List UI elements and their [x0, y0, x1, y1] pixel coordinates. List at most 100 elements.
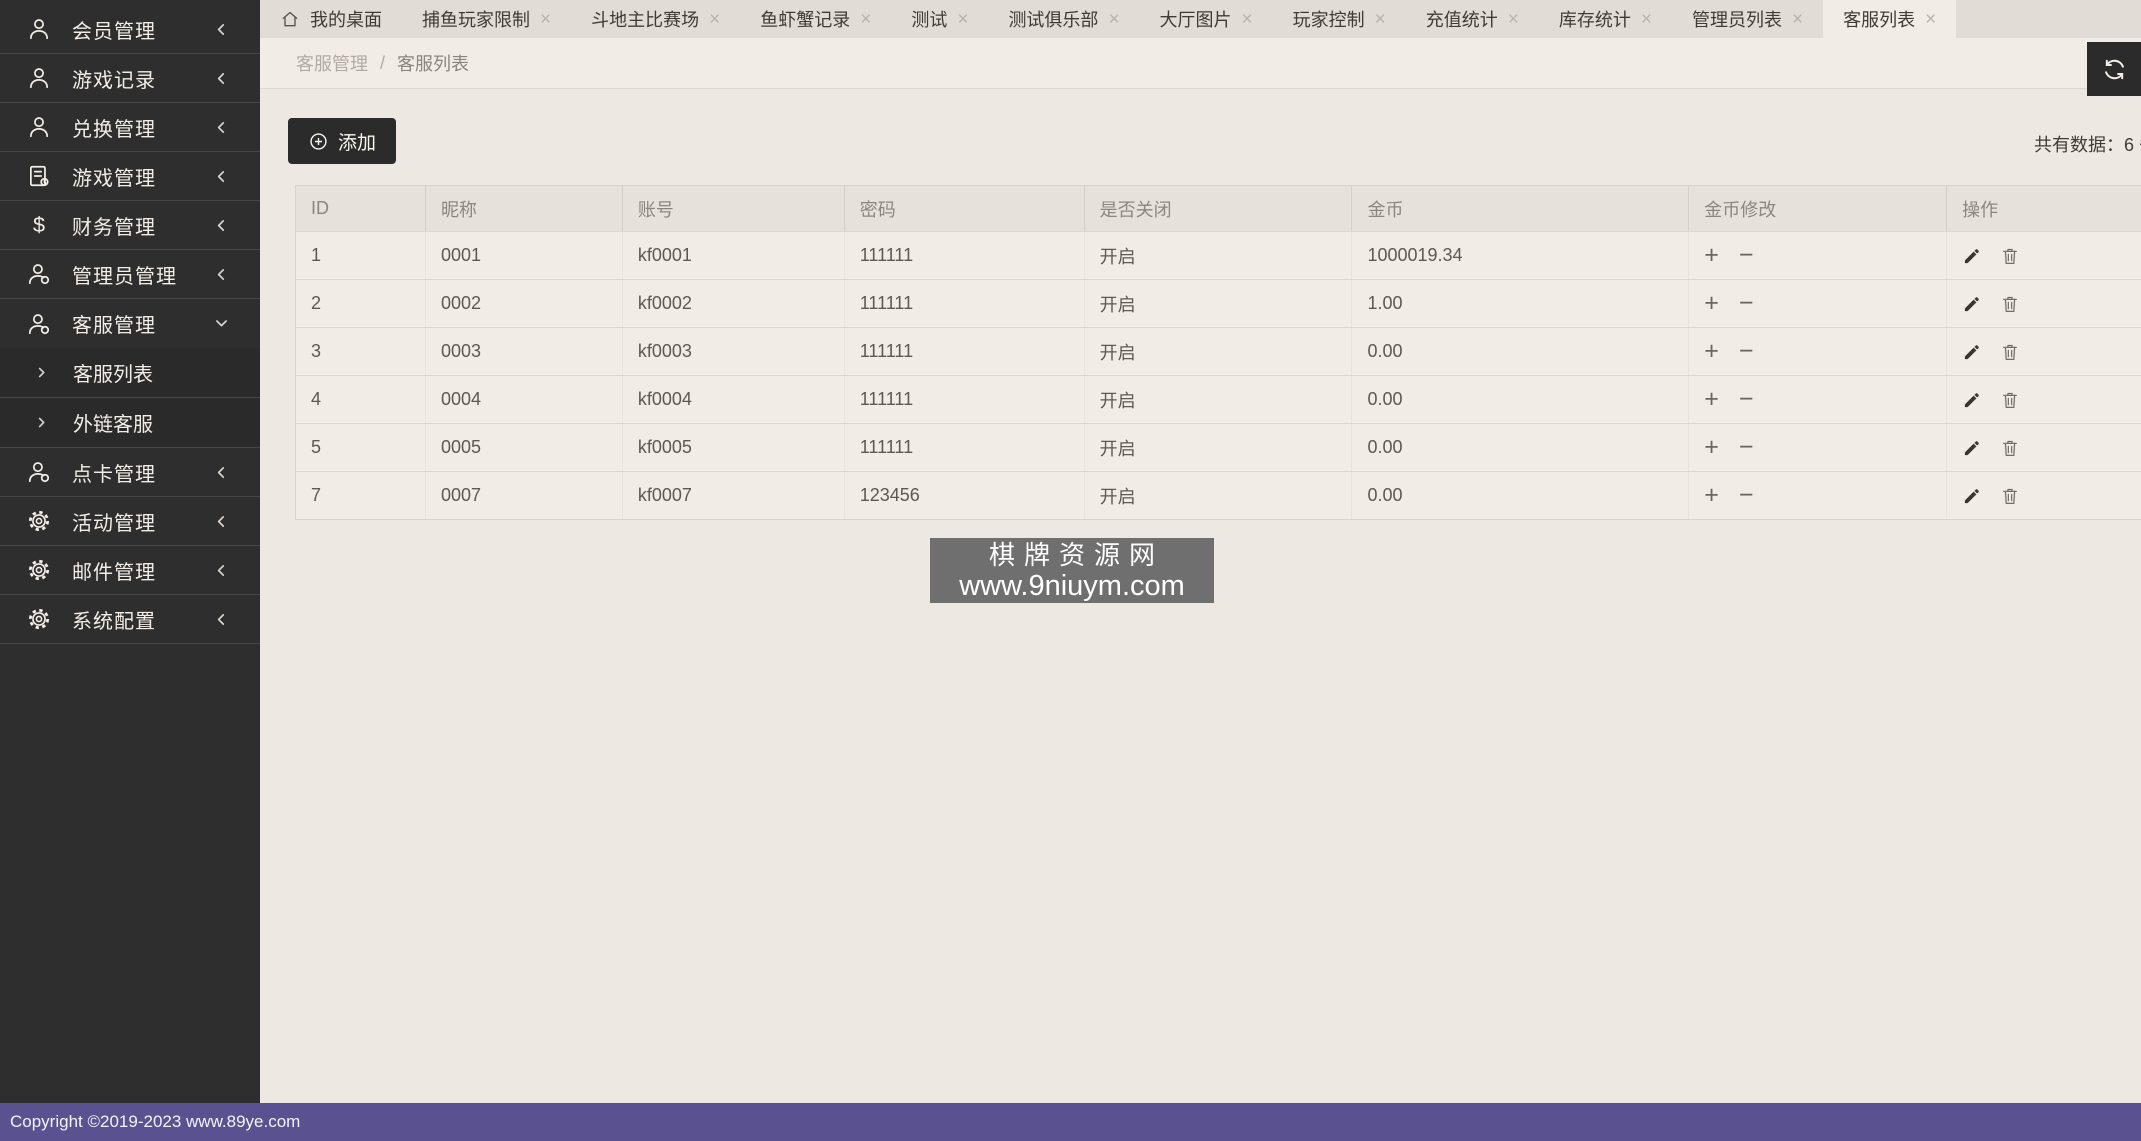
sidebar-item[interactable]: 活动管理: [0, 497, 260, 546]
table-row: 3 0003 kf0003 111111 开启 0.00 + −: [296, 327, 2141, 375]
cell-nickname: 0004: [426, 376, 623, 423]
edit-icon[interactable]: [1962, 342, 1982, 362]
tab-label: 大厅图片: [1159, 10, 1232, 30]
breadcrumb-separator: /: [380, 52, 386, 73]
sidebar-item[interactable]: $ 财务管理: [0, 201, 260, 250]
trash-icon[interactable]: [2000, 246, 2020, 266]
close-icon[interactable]: ×: [1925, 10, 1936, 29]
tab[interactable]: 测试 ×: [891, 0, 988, 38]
close-icon[interactable]: ×: [1108, 10, 1119, 29]
close-icon[interactable]: ×: [860, 10, 871, 29]
add-button[interactable]: 添加: [288, 118, 396, 164]
coin-plus-button[interactable]: +: [1704, 243, 1719, 268]
chevron-left-icon: [213, 70, 230, 87]
sidebar-subitem[interactable]: 外链客服: [0, 398, 260, 448]
tab-label: 我的桌面: [310, 10, 382, 30]
sidebar-item[interactable]: 会员管理: [0, 5, 260, 54]
tab[interactable]: 管理员列表 ×: [1672, 0, 1823, 38]
copyright-text: Copyright ©2019-2023 www.89ye.com: [10, 1112, 301, 1131]
sidebar-subitem[interactable]: 客服列表: [0, 348, 260, 398]
trash-icon[interactable]: [2000, 390, 2020, 410]
close-icon[interactable]: ×: [540, 10, 551, 29]
close-icon[interactable]: ×: [1508, 10, 1519, 29]
coin-plus-button[interactable]: +: [1704, 483, 1719, 508]
sidebar: 会员管理 游戏记录 兑换管理 游戏管理 $ 财务管理 管理员管理 客服管理 客服…: [0, 0, 260, 1103]
cell-coin-edit: + −: [1689, 280, 1948, 327]
cell-gold: 1.00: [1352, 280, 1690, 327]
chevron-left-icon: [213, 513, 230, 530]
sidebar-item[interactable]: 游戏记录: [0, 54, 260, 103]
cell-password: 111111: [845, 280, 1085, 327]
sidebar-item[interactable]: 兑换管理: [0, 103, 260, 152]
sidebar-item[interactable]: 系统配置: [0, 595, 260, 644]
sidebar-item-label: 邮件管理: [72, 561, 156, 584]
coin-minus-button[interactable]: −: [1739, 339, 1754, 364]
close-icon[interactable]: ×: [957, 10, 968, 29]
tab[interactable]: 我的桌面: [260, 0, 402, 38]
tab[interactable]: 玩家控制 ×: [1273, 0, 1406, 38]
breadcrumb-parent[interactable]: 客服管理: [296, 50, 368, 76]
tab[interactable]: 库存统计 ×: [1539, 0, 1672, 38]
tab[interactable]: 测试俱乐部 ×: [988, 0, 1139, 38]
cell-account: kf0002: [623, 280, 845, 327]
tab[interactable]: 大厅图片 ×: [1140, 0, 1273, 38]
cell-nickname: 0003: [426, 328, 623, 375]
cell-gold: 0.00: [1352, 424, 1690, 471]
trash-icon[interactable]: [2000, 438, 2020, 458]
edit-icon[interactable]: [1962, 438, 1982, 458]
tab-label: 客服列表: [1843, 10, 1916, 30]
trash-icon[interactable]: [2000, 342, 2020, 362]
coin-plus-button[interactable]: +: [1704, 339, 1719, 364]
edit-icon[interactable]: [1962, 246, 1982, 266]
sidebar-item[interactable]: 邮件管理: [0, 546, 260, 595]
edit-icon[interactable]: [1962, 294, 1982, 314]
cell-account: kf0004: [623, 376, 845, 423]
sidebar-item[interactable]: 客服管理: [0, 299, 260, 348]
cell-actions: [1947, 472, 2141, 519]
tab[interactable]: 捕鱼玩家限制 ×: [402, 0, 571, 38]
sidebar-nav: 会员管理 游戏记录 兑换管理 游戏管理 $ 财务管理 管理员管理 客服管理 客服…: [0, 0, 260, 644]
user-icon: [26, 16, 52, 42]
cell-nickname: 0007: [426, 472, 623, 519]
tab-label: 鱼虾蟹记录: [760, 10, 851, 30]
chevron-right-icon: [34, 415, 49, 430]
close-icon[interactable]: ×: [1641, 10, 1652, 29]
sidebar-item[interactable]: 游戏管理: [0, 152, 260, 201]
refresh-button[interactable]: [2087, 42, 2141, 96]
trash-icon[interactable]: [2000, 294, 2020, 314]
sidebar-item[interactable]: 管理员管理: [0, 250, 260, 299]
sidebar-item-label: 系统配置: [72, 610, 156, 633]
close-icon[interactable]: ×: [1792, 10, 1803, 29]
table-row: 1 0001 kf0001 111111 开启 1000019.34 + −: [296, 231, 2141, 279]
coin-minus-button[interactable]: −: [1739, 243, 1754, 268]
coin-minus-button[interactable]: −: [1739, 291, 1754, 316]
tab[interactable]: 客服列表 ×: [1823, 0, 1957, 38]
cell-actions: [1947, 424, 2141, 471]
tab-label: 测试: [911, 10, 948, 30]
sidebar-item[interactable]: 点卡管理: [0, 448, 260, 497]
coin-minus-button[interactable]: −: [1739, 387, 1754, 412]
edit-icon[interactable]: [1962, 486, 1982, 506]
cell-coin-edit: + −: [1689, 232, 1948, 279]
table-row: 4 0004 kf0004 111111 开启 0.00 + −: [296, 375, 2141, 423]
coin-minus-button[interactable]: −: [1739, 435, 1754, 460]
tab[interactable]: 斗地主比赛场 ×: [571, 0, 740, 38]
column-header: 昵称: [426, 186, 623, 231]
cell-password: 123456: [845, 472, 1085, 519]
coin-plus-button[interactable]: +: [1704, 387, 1719, 412]
coin-minus-button[interactable]: −: [1739, 483, 1754, 508]
trash-icon[interactable]: [2000, 486, 2020, 506]
sidebar-item-label: 会员管理: [72, 20, 156, 43]
cell-status: 开启: [1085, 328, 1353, 375]
close-icon[interactable]: ×: [1375, 10, 1386, 29]
cell-status: 开启: [1085, 376, 1353, 423]
coin-plus-button[interactable]: +: [1704, 435, 1719, 460]
file-icon: [26, 163, 52, 189]
tab[interactable]: 鱼虾蟹记录 ×: [740, 0, 891, 38]
edit-icon[interactable]: [1962, 390, 1982, 410]
close-icon[interactable]: ×: [1242, 10, 1253, 29]
tab[interactable]: 充值统计 ×: [1406, 0, 1539, 38]
coin-plus-button[interactable]: +: [1704, 291, 1719, 316]
cell-gold: 1000019.34: [1352, 232, 1690, 279]
close-icon[interactable]: ×: [709, 10, 720, 29]
